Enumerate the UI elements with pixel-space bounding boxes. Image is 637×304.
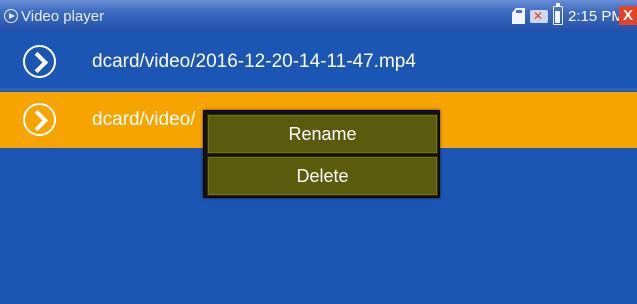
file-name: dcard/video/ (92, 109, 196, 130)
network-disconnected-icon (530, 9, 548, 23)
delete-menu-item[interactable]: Delete (207, 156, 438, 196)
close-button[interactable]: X (619, 6, 637, 25)
play-circle-icon (4, 9, 18, 23)
file-list-item[interactable]: dcard/video/2016-12-20-14-11-47.mp4 (0, 35, 637, 87)
sd-card-icon (512, 8, 525, 24)
clock: 2:15 PM (568, 8, 624, 25)
rename-menu-item[interactable]: Rename (207, 114, 438, 154)
file-name: dcard/video/2016-12-20-14-11-47.mp4 (92, 51, 416, 72)
app-title: Video player (21, 8, 105, 25)
play-circle-icon[interactable] (23, 45, 56, 78)
play-circle-icon[interactable] (23, 103, 56, 136)
list-divider (0, 88, 637, 91)
status-bar: Video player 2:15 PM X (0, 0, 637, 32)
context-menu: Rename Delete (203, 110, 440, 198)
battery-icon (553, 3, 563, 25)
